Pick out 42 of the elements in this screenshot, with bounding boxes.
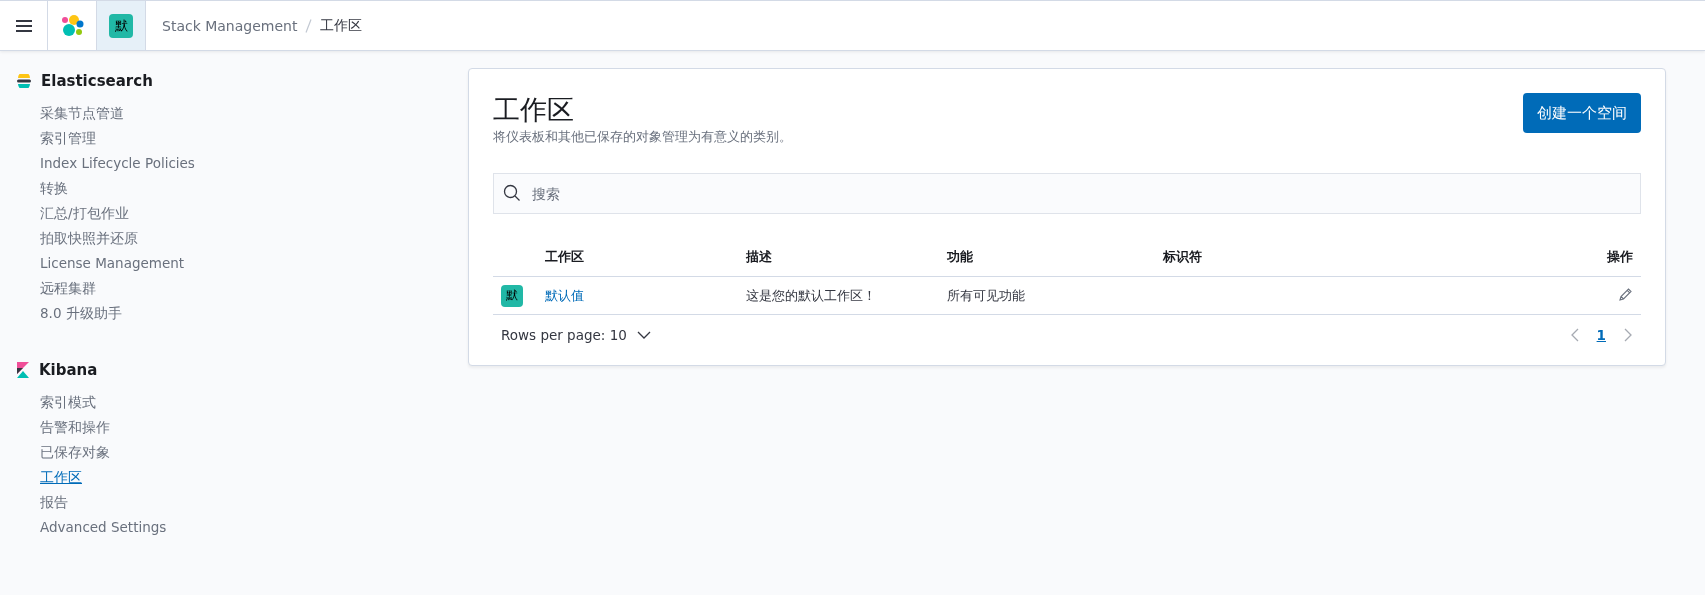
space-avatar[interactable]: 默 [109, 13, 133, 38]
column-header: 工作区 [545, 249, 584, 264]
sidebar-link[interactable]: Index Lifecycle Policies [40, 151, 195, 176]
elasticsearch-icon [17, 74, 31, 88]
sidebar-link[interactable]: 索引管理 [40, 126, 96, 151]
section-title: Kibana [39, 361, 98, 379]
sidebar-link[interactable]: 转换 [40, 176, 68, 201]
section-title: Elasticsearch [41, 72, 153, 90]
column-header: 功能 [947, 249, 973, 264]
sidebar-link[interactable]: 工作区 [40, 465, 82, 490]
sidebar-link[interactable]: 汇总/打包作业 [40, 201, 129, 226]
logo-icon[interactable] [60, 13, 84, 38]
sidebar-link[interactable]: 8.0 升级助手 [40, 301, 122, 326]
search-field[interactable]: 搜索 [493, 173, 1641, 214]
kibana-icon [17, 362, 29, 378]
space-avatar: 默 [501, 284, 523, 307]
sidebar-link[interactable]: 索引模式 [40, 390, 96, 415]
column-header: 标识符 [1163, 249, 1202, 264]
sidebar-link[interactable]: 告警和操作 [40, 415, 110, 440]
sidebar-link[interactable]: License Management [40, 251, 185, 276]
space-link[interactable]: 默认值 [545, 287, 584, 303]
page-link[interactable]: 1 [1596, 327, 1606, 343]
column-header: 操作 [1607, 249, 1633, 264]
create-space-button[interactable]: 创建一个空间 [1523, 93, 1641, 133]
sidebar-link[interactable]: 采集节点管道 [40, 101, 124, 126]
page-description: 将仪表板和其他已保存的对象管理为有意义的类别。 [493, 129, 792, 146]
menu-icon[interactable] [15, 18, 32, 33]
breadcrumb[interactable]: Stack Management [162, 17, 298, 34]
separator-icon [305, 18, 313, 33]
sidebar-link[interactable]: 拍取快照并还原 [40, 226, 138, 251]
sidebar-link[interactable]: 报告 [40, 490, 68, 515]
pencil-icon[interactable] [1618, 286, 1633, 302]
caret-icon [636, 331, 651, 339]
sidebar-link[interactable]: 远程集群 [40, 276, 96, 301]
sidebar-link[interactable]: Advanced Settings [40, 515, 167, 540]
column-header: 描述 [746, 249, 772, 264]
page-title: 工作区 [493, 93, 575, 127]
rows-per-page-button[interactable]: Rows per page: 10 [501, 327, 651, 343]
breadcrumb: 工作区 [320, 16, 363, 35]
table-cell: 这是您的默认工作区！ [746, 287, 876, 303]
sidebar-link[interactable]: 已保存对象 [40, 440, 110, 465]
table-cell: 所有可见功能 [947, 287, 1025, 303]
